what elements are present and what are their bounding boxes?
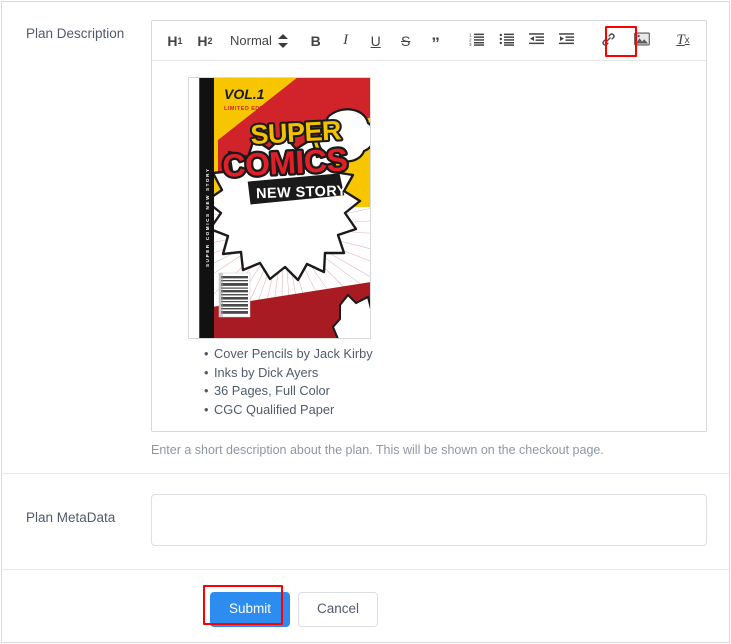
blockquote-button[interactable]: ”	[423, 28, 449, 54]
submit-button[interactable]: Submit	[210, 592, 291, 627]
list-item: CGC Qualified Paper	[204, 401, 690, 420]
ordered-list-button[interactable]: 1 2 3	[464, 28, 490, 54]
image-icon	[634, 32, 651, 49]
strikethrough-button[interactable]: S	[393, 28, 419, 54]
bullet-list-button[interactable]	[494, 28, 520, 54]
svg-text:SUPER COMICS NEW STORY: SUPER COMICS NEW STORY	[205, 167, 210, 267]
svg-text:VOL.1: VOL.1	[224, 86, 265, 102]
clear-format-label: T	[676, 32, 685, 48]
plan-metadata-field	[151, 494, 729, 551]
ordered-list-icon: 1 2 3	[469, 31, 485, 50]
heading-1-button[interactable]: H1	[162, 28, 188, 54]
underline-label: U	[370, 32, 381, 49]
heading-2-sub: 2	[207, 35, 213, 46]
plan-metadata-input[interactable]	[151, 494, 707, 546]
indent-button[interactable]	[554, 28, 580, 54]
plan-description-row: Plan Description H1 H2 Normal B I U S ” …	[2, 2, 729, 473]
svg-text:NEW STORY: NEW STORY	[256, 183, 347, 202]
plan-description-label: Plan Description	[26, 26, 125, 41]
stepper-arrows-icon	[277, 33, 288, 49]
link-button[interactable]	[595, 28, 621, 54]
indent-icon	[558, 31, 575, 50]
cancel-button[interactable]: Cancel	[298, 592, 379, 627]
outdent-button[interactable]	[524, 28, 550, 54]
outdent-icon	[528, 31, 545, 50]
bold-label: B	[310, 32, 321, 49]
list-item: Inks by Dick Ayers	[204, 364, 690, 383]
plan-metadata-label: Plan MetaData	[26, 510, 116, 525]
link-icon	[601, 32, 616, 50]
form-panel: Plan Description H1 H2 Normal B I U S ” …	[1, 1, 730, 643]
description-bullet-list: Cover Pencils by Jack Kirby Inks by Dick…	[168, 345, 690, 419]
plan-description-help-text: Enter a short description about the plan…	[151, 443, 604, 457]
list-item: 36 Pages, Full Color	[204, 382, 690, 401]
heading-1-label: H	[167, 32, 178, 49]
comic-cover-image: SUPER COMICS NEW STORY VOL.1 LIMITED EDI…	[188, 77, 371, 339]
image-button[interactable]	[629, 28, 655, 54]
editor-toolbar: H1 H2 Normal B I U S ” 1 2 3 T x	[152, 21, 706, 61]
format-select[interactable]: Normal	[230, 33, 288, 49]
italic-button[interactable]: I	[333, 28, 359, 54]
form-footer: Submit Cancel	[2, 570, 729, 627]
heading-2-label: H	[197, 32, 208, 49]
bold-button[interactable]: B	[303, 28, 329, 54]
clear-format-button[interactable]: Tx	[670, 28, 696, 54]
svg-text:LIMITED EDITION: LIMITED EDITION	[224, 106, 277, 112]
heading-1-sub: 1	[177, 35, 183, 46]
plan-description-field: H1 H2 Normal B I U S ” 1 2 3 T x SUPER C…	[151, 20, 729, 459]
plan-metadata-row: Plan MetaData	[2, 474, 729, 569]
blockquote-label: ”	[431, 33, 440, 53]
clear-format-sub: x	[684, 35, 690, 46]
editor-content[interactable]: SUPER COMICS NEW STORY VOL.1 LIMITED EDI…	[152, 61, 706, 431]
strikethrough-label: S	[401, 32, 411, 49]
footer-buttons: Submit Cancel	[203, 585, 379, 627]
heading-2-button[interactable]: H2	[192, 28, 218, 54]
svg-text:3: 3	[469, 42, 472, 47]
bullet-list-icon	[499, 31, 515, 50]
underline-button[interactable]: U	[363, 28, 389, 54]
list-item: Cover Pencils by Jack Kirby	[204, 345, 690, 364]
italic-label: I	[343, 32, 349, 48]
rich-text-editor[interactable]: H1 H2 Normal B I U S ” 1 2 3 T x SUPER C…	[151, 20, 707, 432]
